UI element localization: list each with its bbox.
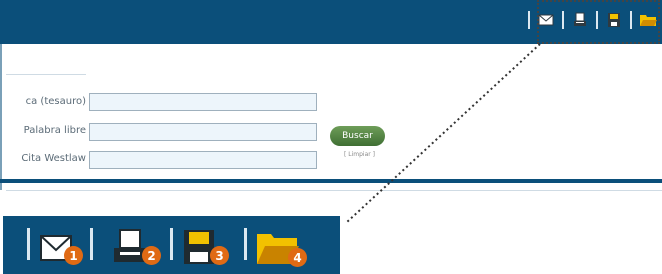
content-left-border bbox=[0, 44, 2, 190]
toolbar-callout: 1 2 3 4 bbox=[3, 216, 340, 274]
toolbar-separator bbox=[528, 11, 530, 29]
callout-separator bbox=[170, 228, 173, 260]
field-label-cita-westlaw: Cita Westlaw bbox=[21, 152, 86, 164]
field-label-tesauro: ca (tesauro) bbox=[25, 95, 86, 107]
search-button[interactable]: Buscar bbox=[330, 126, 385, 146]
callout-badge-1: 1 bbox=[64, 246, 83, 265]
callout-separator bbox=[90, 228, 93, 260]
field-row-tesauro: ca (tesauro) bbox=[0, 92, 86, 110]
section-divider bbox=[6, 74, 86, 75]
bottom-divider bbox=[6, 190, 662, 191]
callout-badge-2: 2 bbox=[142, 246, 161, 265]
field-label-palabra-libre: Palabra libre bbox=[23, 124, 86, 136]
field-row-cita-westlaw: Cita Westlaw bbox=[0, 149, 86, 167]
form-bottom-bar bbox=[0, 179, 662, 183]
tesauro-input[interactable] bbox=[89, 93, 317, 111]
callout-badge-3: 3 bbox=[210, 246, 229, 265]
palabra-libre-input[interactable] bbox=[89, 123, 317, 141]
cita-westlaw-input[interactable] bbox=[89, 151, 317, 169]
callout-separator bbox=[244, 228, 247, 260]
clear-link[interactable]: [ Limpiar ] bbox=[344, 151, 375, 158]
callout-badge-4: 4 bbox=[288, 248, 307, 267]
callout-separator bbox=[27, 228, 30, 260]
field-row-palabra-libre: Palabra libre bbox=[0, 121, 86, 139]
toolbar-highlight-box bbox=[537, 0, 660, 44]
